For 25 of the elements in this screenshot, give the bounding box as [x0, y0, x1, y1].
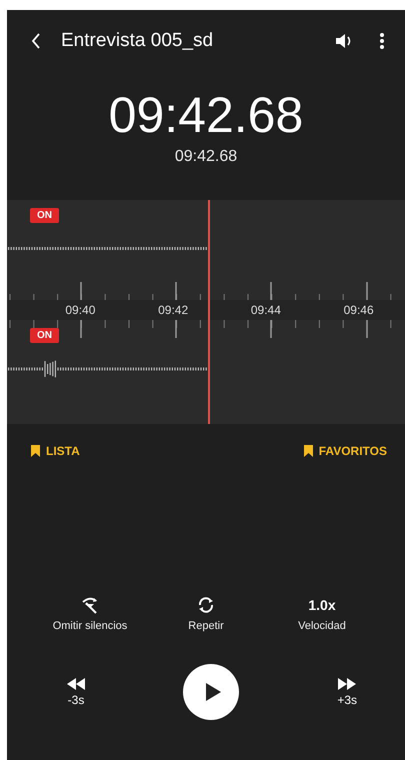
list-button[interactable]: LISTA: [31, 444, 80, 458]
back-icon[interactable]: [31, 33, 41, 49]
speed-button[interactable]: 1.0x Velocidad: [267, 596, 377, 632]
skip-button[interactable]: Omitir silencios: [35, 596, 145, 632]
time-label: 09:42: [157, 302, 190, 319]
more-icon[interactable]: [379, 32, 385, 50]
favorites-button[interactable]: FAVORITOS: [304, 444, 387, 458]
elapsed-time: 09:42.68: [108, 88, 304, 142]
recording-title: Entrevista 005_sd: [61, 30, 214, 52]
bookmark-icon: [304, 445, 313, 457]
skip-silence-icon: [81, 596, 99, 614]
time-label: 09:44: [250, 302, 282, 319]
bookmark-icon: [31, 445, 40, 457]
rewind-button[interactable]: -3s: [67, 678, 85, 706]
total-time: 09:42.68: [174, 148, 238, 166]
play-icon: [205, 683, 222, 701]
on-badge[interactable]: ON: [30, 208, 59, 223]
time-label: 09:40: [64, 302, 96, 319]
forward-button[interactable]: +3s: [337, 678, 357, 706]
repeat-button[interactable]: Repetir: [151, 596, 261, 632]
fast-forward-icon: [338, 678, 356, 690]
rewind-icon: [67, 678, 85, 690]
time-label: 09:46: [342, 302, 375, 319]
on-badge[interactable]: ON: [30, 328, 59, 343]
repeat-ab-icon: [197, 596, 215, 614]
